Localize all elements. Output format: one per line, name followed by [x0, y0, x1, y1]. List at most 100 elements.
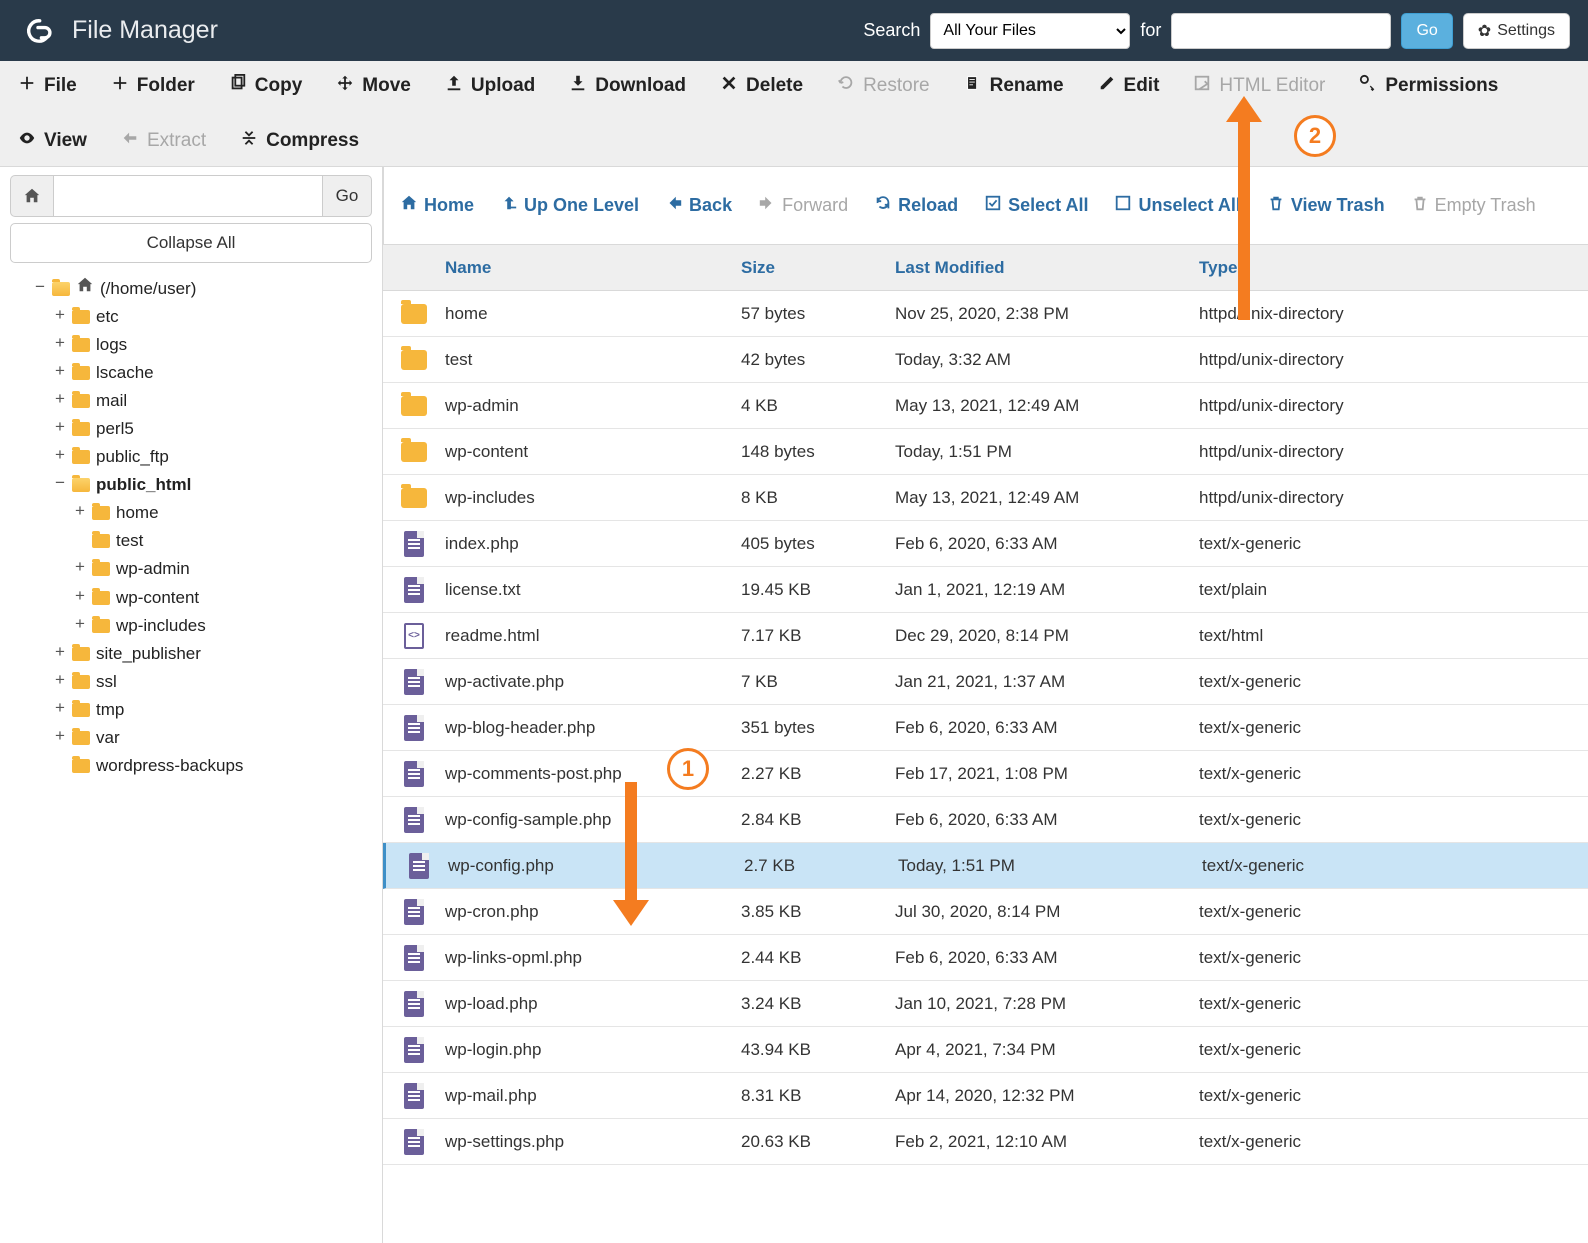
- table-row[interactable]: index.php405 bytesFeb 6, 2020, 6:33 AMte…: [383, 521, 1588, 567]
- table-row[interactable]: wp-blog-header.php351 bytesFeb 6, 2020, …: [383, 705, 1588, 751]
- tree-node[interactable]: +wp-content: [10, 584, 372, 612]
- path-input[interactable]: [53, 175, 322, 217]
- cell-type: httpd/unix-directory: [1199, 396, 1588, 416]
- tree-node[interactable]: +ssl: [10, 668, 372, 696]
- home-button[interactable]: Home: [400, 194, 474, 217]
- search-input[interactable]: [1171, 13, 1391, 49]
- expand-toggle[interactable]: [74, 527, 86, 555]
- tree-node[interactable]: wordpress-backups: [10, 752, 372, 780]
- compress-button[interactable]: Compress: [240, 129, 359, 153]
- tree-node[interactable]: + site_publisher: [10, 640, 372, 668]
- col-modified[interactable]: Last Modified: [895, 258, 1199, 278]
- expand-toggle[interactable]: +: [74, 555, 86, 583]
- table-row[interactable]: wp-load.php3.24 KBJan 10, 2021, 7:28 PMt…: [383, 981, 1588, 1027]
- search-go-button[interactable]: Go: [1401, 13, 1452, 49]
- expand-toggle[interactable]: −: [54, 471, 66, 499]
- move-button[interactable]: Move: [336, 74, 411, 98]
- expand-toggle[interactable]: +: [54, 668, 66, 696]
- tree-node[interactable]: test: [10, 527, 372, 555]
- copy-button[interactable]: Copy: [229, 74, 303, 98]
- table-row[interactable]: wp-activate.php7 KBJan 21, 2021, 1:37 AM…: [383, 659, 1588, 705]
- tree-node[interactable]: +perl5: [10, 415, 372, 443]
- cell-name: readme.html: [445, 626, 741, 646]
- delete-icon: [720, 74, 738, 98]
- tree-node[interactable]: +wp-includes: [10, 612, 372, 640]
- tree-node[interactable]: +wp-admin: [10, 555, 372, 583]
- expand-toggle[interactable]: +: [54, 640, 66, 668]
- expand-toggle[interactable]: [54, 752, 66, 780]
- upload-button[interactable]: Upload: [445, 74, 535, 98]
- reload-button[interactable]: Reload: [874, 194, 958, 217]
- tree-label: mail: [96, 387, 127, 415]
- view-button[interactable]: View: [18, 129, 87, 153]
- table-row[interactable]: wp-mail.php8.31 KBApr 14, 2020, 12:32 PM…: [383, 1073, 1588, 1119]
- table-row[interactable]: <>readme.html7.17 KBDec 29, 2020, 8:14 P…: [383, 613, 1588, 659]
- table-row[interactable]: wp-config.php2.7 KBToday, 1:51 PMtext/x-…: [383, 843, 1588, 889]
- unselect-button[interactable]: Unselect All: [1114, 194, 1240, 217]
- expand-toggle[interactable]: −: [34, 275, 46, 303]
- expand-toggle[interactable]: +: [74, 584, 86, 612]
- tree-node[interactable]: +etc: [10, 303, 372, 331]
- expand-toggle[interactable]: +: [54, 359, 66, 387]
- tree-node[interactable]: +home: [10, 499, 372, 527]
- collapse-all-button[interactable]: Collapse All: [10, 223, 372, 263]
- edit-button[interactable]: Edit: [1098, 74, 1160, 98]
- permissions-button[interactable]: Permissions: [1359, 74, 1498, 98]
- tree-node[interactable]: −(/home/user): [10, 275, 372, 303]
- viewtrash-button[interactable]: View Trash: [1267, 194, 1385, 217]
- expand-toggle[interactable]: +: [54, 415, 66, 443]
- tree-node[interactable]: + mail: [10, 387, 372, 415]
- tree-node[interactable]: −public_html: [10, 471, 372, 499]
- table-row[interactable]: wp-includes8 KBMay 13, 2021, 12:49 AMhtt…: [383, 475, 1588, 521]
- file-button[interactable]: File: [18, 74, 77, 98]
- download-button[interactable]: Download: [569, 74, 686, 98]
- table-row[interactable]: home57 bytesNov 25, 2020, 2:38 PMhttpd/u…: [383, 291, 1588, 337]
- tree-node[interactable]: +var: [10, 724, 372, 752]
- col-name[interactable]: Name: [445, 258, 741, 278]
- expand-toggle[interactable]: +: [54, 443, 66, 471]
- table-row[interactable]: wp-admin4 KBMay 13, 2021, 12:49 AMhttpd/…: [383, 383, 1588, 429]
- expand-toggle[interactable]: +: [74, 612, 86, 640]
- table-row[interactable]: wp-cron.php3.85 KBJul 30, 2020, 8:14 PMt…: [383, 889, 1588, 935]
- table-row[interactable]: wp-comments-post.php2.27 KBFeb 17, 2021,…: [383, 751, 1588, 797]
- tree-label: tmp: [96, 696, 124, 724]
- search-scope-select[interactable]: All Your Files: [930, 13, 1130, 49]
- key-icon: [1359, 74, 1377, 98]
- tree-node[interactable]: +lscache: [10, 359, 372, 387]
- expand-toggle[interactable]: +: [54, 303, 66, 331]
- table-row[interactable]: test42 bytesToday, 3:32 AMhttpd/unix-dir…: [383, 337, 1588, 383]
- settings-button[interactable]: ✿ Settings: [1463, 13, 1570, 49]
- up-button[interactable]: Up One Level: [500, 194, 639, 217]
- table-row[interactable]: wp-login.php43.94 KBApr 4, 2021, 7:34 PM…: [383, 1027, 1588, 1073]
- table-row[interactable]: wp-settings.php20.63 KBFeb 2, 2021, 12:1…: [383, 1119, 1588, 1165]
- rename-button[interactable]: Rename: [964, 74, 1064, 98]
- tree-node[interactable]: +public_ftp: [10, 443, 372, 471]
- table-row[interactable]: wp-links-opml.php2.44 KBFeb 6, 2020, 6:3…: [383, 935, 1588, 981]
- folder-icon: [92, 591, 110, 605]
- nav-label: Empty Trash: [1435, 195, 1536, 216]
- nav-home-button[interactable]: [10, 175, 53, 217]
- table-row[interactable]: wp-config-sample.php2.84 KBFeb 6, 2020, …: [383, 797, 1588, 843]
- expand-toggle[interactable]: +: [54, 696, 66, 724]
- delete-button[interactable]: Delete: [720, 74, 803, 98]
- expand-toggle[interactable]: +: [54, 331, 66, 359]
- folder-icon: [401, 442, 427, 462]
- expand-toggle[interactable]: +: [74, 499, 86, 527]
- cell-type: text/x-generic: [1202, 856, 1588, 876]
- col-size[interactable]: Size: [741, 258, 895, 278]
- tree-node[interactable]: + tmp: [10, 696, 372, 724]
- tree-label: site_publisher: [96, 640, 201, 668]
- expand-toggle[interactable]: +: [54, 724, 66, 752]
- selectall-button[interactable]: Select All: [984, 194, 1088, 217]
- col-type[interactable]: Type: [1199, 258, 1588, 278]
- table-row[interactable]: license.txt19.45 KBJan 1, 2021, 12:19 AM…: [383, 567, 1588, 613]
- htmleditor-button: HTML Editor: [1193, 74, 1325, 98]
- tree-node[interactable]: +logs: [10, 331, 372, 359]
- cell-type: httpd/unix-directory: [1199, 350, 1588, 370]
- expand-toggle[interactable]: +: [54, 387, 66, 415]
- table-row[interactable]: wp-content148 bytesToday, 1:51 PMhttpd/u…: [383, 429, 1588, 475]
- html-file-icon: <>: [404, 623, 424, 649]
- back-button[interactable]: Back: [665, 194, 732, 217]
- path-go-button[interactable]: Go: [322, 175, 372, 217]
- folder-button[interactable]: Folder: [111, 74, 195, 98]
